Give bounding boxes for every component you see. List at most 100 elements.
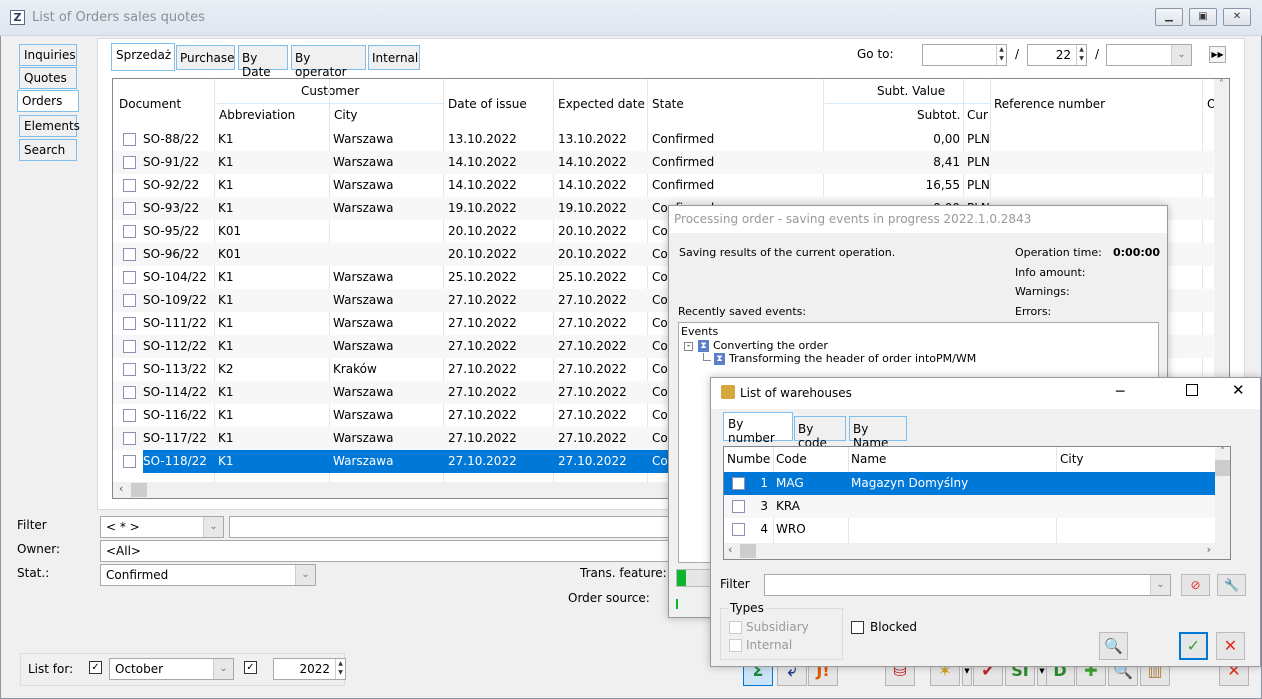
owner-field[interactable]: <All> — [100, 540, 674, 562]
row-checkbox[interactable] — [123, 455, 136, 468]
chevron-down-icon[interactable]: ⌄ — [1150, 575, 1170, 595]
col-cur[interactable]: Cur — [967, 108, 988, 122]
nav-elements[interactable]: Elements — [19, 115, 80, 137]
row-checkbox[interactable] — [123, 294, 136, 307]
row-checkbox[interactable] — [123, 179, 136, 192]
month-checkbox[interactable]: ✓ — [89, 661, 102, 674]
close-button[interactable]: ✕ — [1232, 381, 1245, 399]
cell-abbreviation: K1 — [218, 316, 234, 330]
subsidiary-checkbox[interactable] — [729, 621, 742, 634]
row-checkbox[interactable] — [123, 432, 136, 445]
maximize-button[interactable] — [1186, 384, 1198, 396]
collapse-icon[interactable]: - — [684, 342, 693, 351]
col-document[interactable]: Document — [119, 97, 181, 111]
goto-combo[interactable]: ⌄ — [1106, 44, 1192, 66]
chevron-down-icon[interactable]: ⌄ — [213, 659, 233, 679]
cell-document: SO-91/22 — [143, 155, 200, 169]
col-state[interactable]: State — [652, 97, 684, 111]
cell-abbreviation: K1 — [218, 431, 234, 445]
row-checkbox[interactable] — [123, 363, 136, 376]
row-checkbox[interactable] — [123, 133, 136, 146]
row-checkbox[interactable] — [123, 202, 136, 215]
col-abbreviation[interactable]: Abbreviation — [219, 108, 295, 122]
spinner-icon[interactable]: ▲ ▼ — [996, 45, 1006, 65]
col-code[interactable]: Code — [776, 452, 807, 466]
cell-city: Warszawa — [333, 339, 394, 353]
row-checkbox[interactable] — [123, 340, 136, 353]
table-row[interactable]: 1 MAG Magazyn Domyślny — [724, 472, 1215, 495]
tab-purchase[interactable]: Purchase — [176, 45, 235, 70]
filter-text-input[interactable] — [229, 516, 674, 538]
row-checkbox[interactable] — [123, 225, 136, 238]
nav-quotes[interactable]: Quotes — [19, 67, 77, 89]
clear-filter-button[interactable]: ⊘ — [1181, 574, 1210, 596]
col-city[interactable]: City — [1060, 452, 1084, 466]
row-checkbox[interactable] — [732, 477, 745, 490]
col-number[interactable]: Numbe — [727, 452, 771, 466]
table-row[interactable]: SO-92/22 K1 Warszawa 14.10.2022 14.10.2022 Co… — [113, 174, 1215, 197]
col-expected-date[interactable]: Expected date — [558, 97, 645, 111]
nav-orders[interactable]: Orders — [17, 90, 79, 112]
table-row[interactable]: 3 KRA — [724, 495, 1215, 518]
row-checkbox[interactable] — [123, 317, 136, 330]
tab-by-code[interactable]: By code — [794, 416, 846, 450]
cell-city: Warszawa — [333, 132, 394, 146]
horizontal-scrollbar[interactable]: ‹ › — [724, 543, 1215, 559]
col-date-of-issue[interactable]: Date of issue — [448, 97, 527, 111]
col-name[interactable]: Name — [851, 452, 886, 466]
spinner-icon[interactable]: ▲ ▼ — [335, 659, 345, 679]
close-window-button[interactable]: ✕ — [1223, 8, 1251, 26]
cancel-button[interactable]: ✕ — [1216, 632, 1245, 660]
table-row[interactable]: SO-88/22 K1 Warszawa 13.10.2022 13.10.2022 Co… — [113, 128, 1215, 151]
tab-by-date[interactable]: By Date — [238, 45, 288, 79]
fast-forward-button[interactable]: ▶▶ — [1209, 46, 1226, 63]
ok-button[interactable]: ✓ — [1179, 632, 1208, 660]
row-checkbox[interactable] — [732, 523, 745, 536]
search-button[interactable]: 🔍 — [1099, 632, 1128, 660]
row-checkbox[interactable] — [123, 156, 136, 169]
blocked-checkbox[interactable] — [851, 621, 864, 634]
col-subtot[interactable]: Subtot. — [917, 108, 960, 122]
tree-item-transforming[interactable]: Transforming the header of order intoPM/… — [729, 352, 976, 365]
cell-document: SO-95/22 — [143, 224, 200, 238]
col-city[interactable]: City — [334, 108, 358, 122]
tab-by-number[interactable]: By number — [723, 412, 793, 445]
tab-by-name[interactable]: By Name — [849, 416, 907, 450]
minimize-button[interactable]: ─ — [1116, 384, 1124, 400]
row-checkbox[interactable] — [123, 271, 136, 284]
internal-checkbox[interactable] — [729, 639, 742, 652]
scroll-thumb[interactable] — [131, 483, 147, 497]
tab-by-operator[interactable]: By operator — [291, 45, 366, 79]
month-combo[interactable]: October ⌄ — [109, 658, 234, 680]
col-reference-number[interactable]: Reference number — [994, 97, 1105, 111]
row-checkbox[interactable] — [732, 500, 745, 513]
internal-label: Internal — [746, 638, 793, 652]
row-checkbox[interactable] — [123, 248, 136, 261]
row-checkbox[interactable] — [123, 386, 136, 399]
minimize-button[interactable]: ▁ — [1155, 8, 1183, 26]
table-row[interactable]: 4 WRO — [724, 518, 1215, 541]
cell-expected-date: 14.10.2022 — [558, 178, 627, 192]
filter-settings-button[interactable]: 🔧 — [1217, 574, 1246, 596]
tab-sprzedaż[interactable]: Sprzedaż — [111, 43, 175, 71]
status-combo[interactable]: Confirmed ⌄ — [100, 564, 316, 586]
chevron-down-icon[interactable]: ⌄ — [203, 517, 223, 537]
maximize-button[interactable]: ▣ — [1189, 8, 1217, 26]
tree-item-converting[interactable]: Converting the order — [713, 339, 828, 352]
year-checkbox[interactable]: ✓ — [244, 661, 257, 674]
goto-field-1[interactable]: ▲ ▼ — [922, 44, 1007, 66]
vertical-scrollbar[interactable]: ˄ — [1215, 447, 1230, 559]
chevron-down-icon[interactable]: ⌄ — [1171, 45, 1191, 65]
nav-search[interactable]: Search — [19, 139, 77, 161]
chevron-down-icon[interactable]: ⌄ — [295, 565, 315, 585]
nav-inquiries[interactable]: Inquiries — [19, 44, 77, 66]
warehouse-filter-combo[interactable]: ⌄ — [764, 574, 1171, 596]
tab-internal[interactable]: Internal — [368, 45, 420, 70]
spinner-icon[interactable]: ▲ ▼ — [1076, 45, 1086, 65]
row-checkbox[interactable] — [123, 409, 136, 422]
year-field[interactable]: 2022 ▲ ▼ — [273, 658, 346, 680]
table-row[interactable]: SO-91/22 K1 Warszawa 14.10.2022 14.10.2022 Co… — [113, 151, 1215, 174]
recent-events-label: Recently saved events: — [678, 305, 807, 318]
filter-combo[interactable]: < * > ⌄ — [100, 516, 224, 538]
goto-field-2[interactable]: 22 ▲ ▼ — [1027, 44, 1087, 66]
